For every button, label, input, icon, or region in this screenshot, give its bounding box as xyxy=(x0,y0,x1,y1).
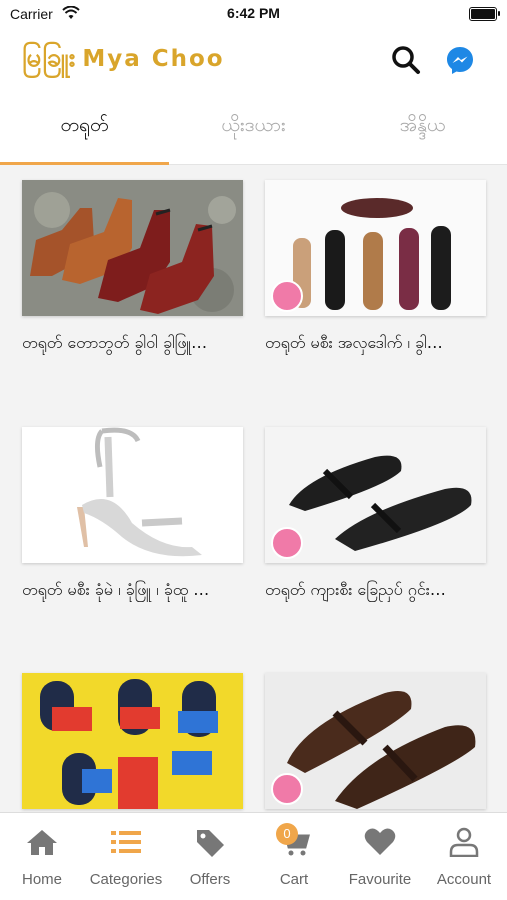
nav-categories[interactable]: Categories xyxy=(84,813,168,900)
product-caption: တရုတ် မစီး ခုံမဲ ၊ ခုံဖြူ ၊ ခုံထူ … xyxy=(22,580,210,599)
messenger-icon xyxy=(447,47,473,74)
product-card[interactable]: တရုတ် ကျားစီး ခြေညှပ် ဂွင်း… xyxy=(265,427,486,603)
list-icon xyxy=(111,831,141,853)
logo-myanmar-text: မြခြူး xyxy=(22,43,77,73)
mya-choo-badge-icon xyxy=(271,773,303,805)
nav-home[interactable]: Home xyxy=(0,813,84,900)
tab-label: တရုတ် xyxy=(60,114,109,136)
mya-choo-badge-icon xyxy=(271,280,303,312)
app-header: မြခြူး Mya Choo xyxy=(0,28,507,90)
tab-thailand[interactable]: ယိုးဒယား xyxy=(169,90,338,164)
app-logo: မြခြူး Mya Choo xyxy=(22,40,225,79)
user-icon xyxy=(449,827,479,857)
heart-icon xyxy=(364,828,396,855)
mya-choo-badge-icon xyxy=(271,527,303,559)
tab-india[interactable]: အိန္ဒိယ xyxy=(338,90,507,164)
product-card[interactable] xyxy=(22,673,243,815)
tab-china[interactable]: တရုတ် xyxy=(0,90,169,164)
tab-label: အိန္ဒိယ xyxy=(399,114,446,136)
product-image xyxy=(265,673,486,809)
product-image xyxy=(22,673,243,809)
product-caption: တရုတ် တောဘွတ် ခွါဝါ ခွါဖြူ… xyxy=(22,333,208,352)
tag-icon xyxy=(197,830,224,857)
product-card[interactable] xyxy=(265,673,486,815)
battery-icon xyxy=(469,7,500,21)
product-caption: တရုတ် မစီး အလှဒေါက် ၊ ခွါ… xyxy=(265,333,443,352)
nav-account[interactable]: Account xyxy=(422,813,506,900)
nav-cart[interactable]: 0 Cart xyxy=(252,813,336,900)
bottom-navigation: Home Categories Offers 0 Cart Favourite xyxy=(0,812,507,900)
category-tabs: တရုတ် ယိုးဒယား အိန္ဒိယ xyxy=(0,90,507,165)
product-image xyxy=(22,180,243,316)
tab-label: ယိုးဒယား xyxy=(221,114,286,136)
status-bar: Carrier 6:42 PM xyxy=(0,0,507,28)
nav-favourite[interactable]: Favourite xyxy=(338,813,422,900)
product-image xyxy=(22,427,243,563)
messenger-button[interactable] xyxy=(444,44,476,76)
logo-latin-text: Mya Choo xyxy=(82,46,225,72)
product-caption: တရုတ် ကျားစီး ခြေညှပ် ဂွင်း… xyxy=(265,580,446,599)
home-icon xyxy=(27,830,57,855)
search-button[interactable] xyxy=(390,44,422,76)
cart-count-badge: 0 xyxy=(276,823,298,845)
product-card[interactable]: တရုတ် တောဘွတ် ခွါဝါ ခွါဖြူ… xyxy=(22,180,243,356)
clock: 6:42 PM xyxy=(227,5,280,21)
product-image xyxy=(265,427,486,563)
nav-label: Account xyxy=(436,871,492,888)
product-card[interactable]: တရုတ် မစီး ခုံမဲ ၊ ခုံဖြူ ၊ ခုံထူ … xyxy=(22,427,243,603)
product-grid: တရုတ် တောဘွတ် ခွါဝါ ခွါဖြူ… တရုတ် မစီး အ… xyxy=(0,165,507,815)
product-image xyxy=(265,180,486,316)
nav-offers[interactable]: Offers xyxy=(168,813,252,900)
search-icon xyxy=(392,46,420,74)
product-card[interactable]: တရုတ် မစီး အလှဒေါက် ၊ ခွါ… xyxy=(265,180,486,356)
